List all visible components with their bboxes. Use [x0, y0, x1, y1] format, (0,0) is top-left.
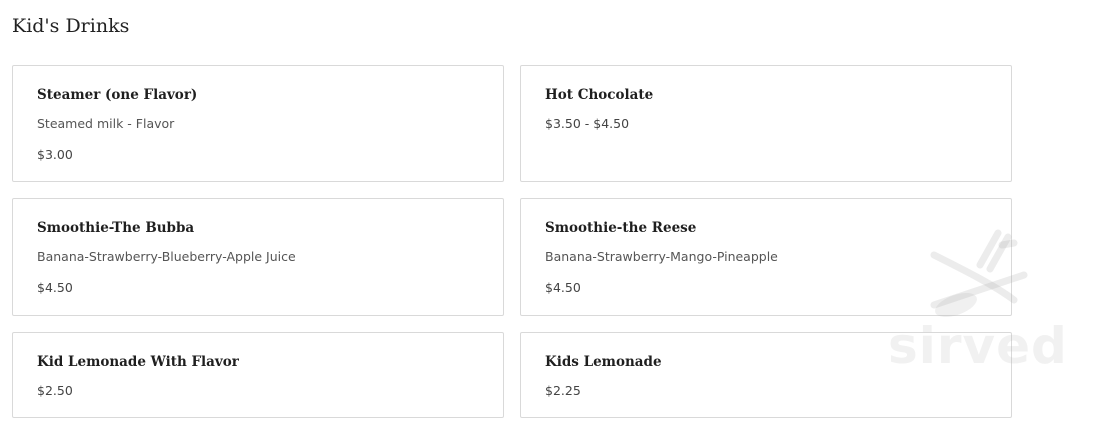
item-price: $4.50	[545, 280, 581, 295]
item-price: $3.50 - $4.50	[545, 116, 630, 131]
item-name: Hot Chocolate	[545, 87, 654, 103]
item-name: Smoothie-the Reese	[545, 220, 697, 236]
item-price: $3.00	[37, 147, 73, 162]
item-name: Steamer (one Flavor)	[37, 87, 198, 103]
menu-item-card[interactable]: Steamer (one Flavor) Steamed milk - Flav…	[12, 65, 504, 182]
item-price: $4.50	[37, 280, 73, 295]
item-name: Kids Lemonade	[545, 354, 662, 370]
menu-item-card[interactable]: Kid Lemonade With Flavor $2.50	[12, 332, 504, 418]
item-price: $2.25	[545, 383, 581, 398]
menu-item-card[interactable]: Hot Chocolate $3.50 - $4.50	[520, 65, 1012, 182]
menu-item-card[interactable]: Smoothie-The Bubba Banana-Strawberry-Blu…	[12, 198, 504, 316]
item-price: $2.50	[37, 383, 73, 398]
section-title: Kid's Drinks	[12, 15, 130, 37]
menu-item-card[interactable]: Smoothie-the Reese Banana-Strawberry-Man…	[520, 198, 1012, 316]
menu-item-card[interactable]: Kids Lemonade $2.25	[520, 332, 1012, 418]
item-description: Banana-Strawberry-Blueberry-Apple Juice	[37, 249, 296, 264]
item-description: Banana-Strawberry-Mango-Pineapple	[545, 249, 778, 264]
item-name: Smoothie-The Bubba	[37, 220, 195, 236]
item-description: Steamed milk - Flavor	[37, 116, 175, 131]
item-name: Kid Lemonade With Flavor	[37, 354, 239, 370]
